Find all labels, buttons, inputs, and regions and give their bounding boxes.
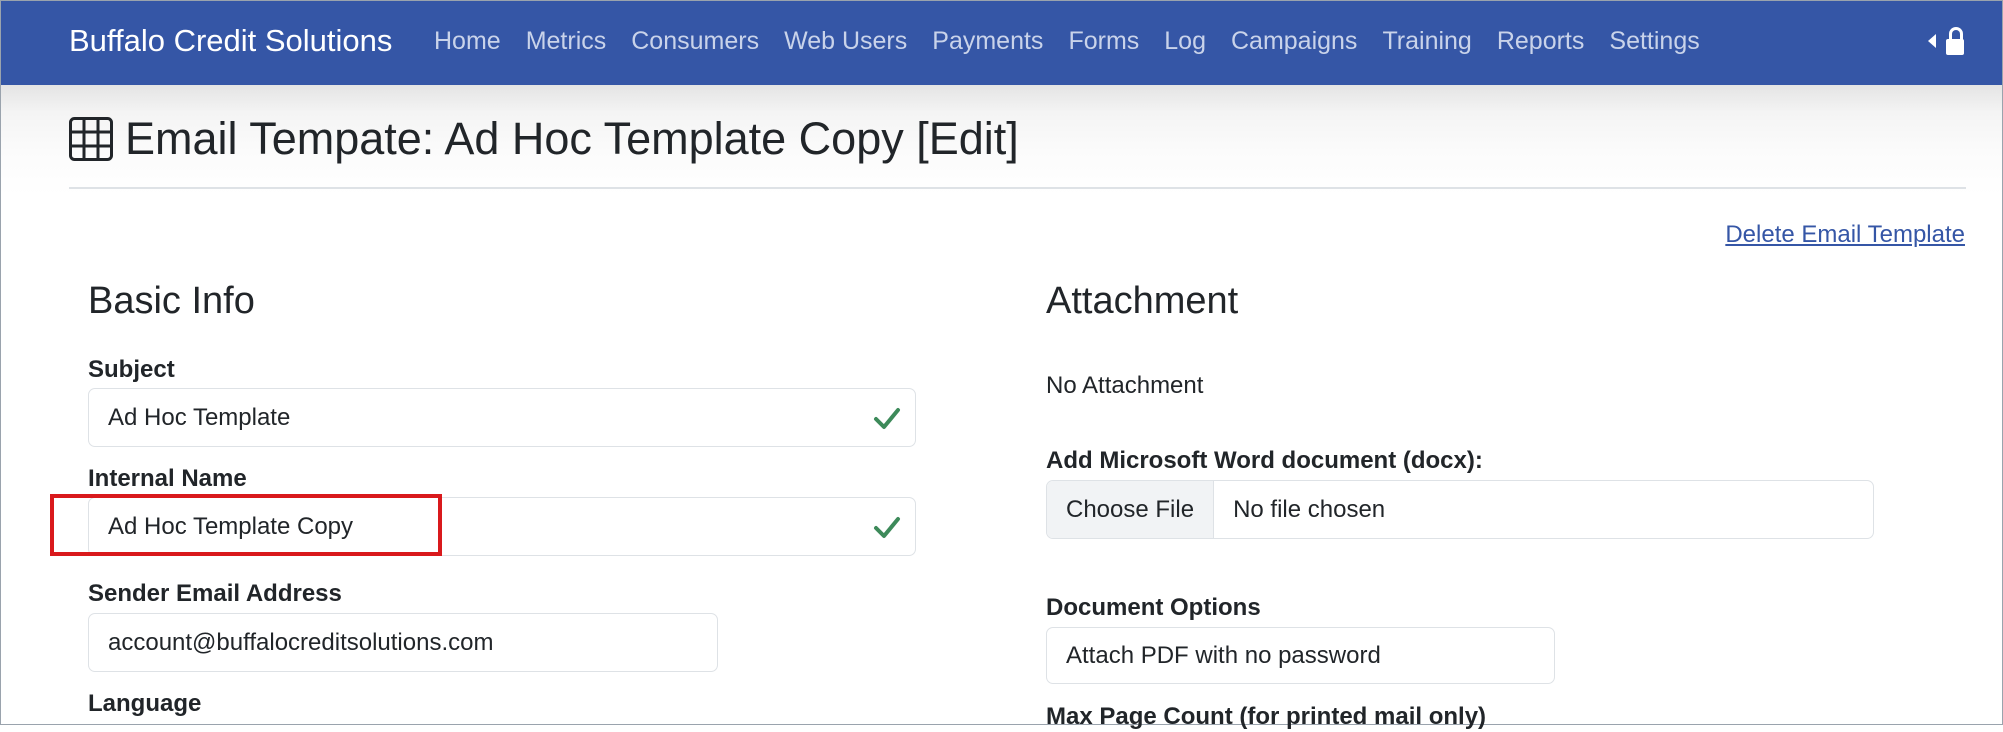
max-page-count-label: Max Page Count (for printed mail only) <box>1046 703 1487 730</box>
choose-file-button[interactable]: Choose File <box>1047 481 1215 538</box>
word-document-label: Add Microsoft Word document (docx): <box>1046 447 1483 474</box>
title-divider <box>69 187 1966 189</box>
caret-left-icon[interactable] <box>1928 34 1936 48</box>
page-title-row: Email Tempate: Ad Hoc Template Copy [Edi… <box>69 111 1019 167</box>
internal-name-label: Internal Name <box>88 465 247 492</box>
nav-link-log[interactable]: Log <box>1164 19 1206 63</box>
document-options-label: Document Options <box>1046 594 1261 621</box>
delete-email-template-link[interactable]: Delete Email Template <box>1725 219 1965 251</box>
basic-info-heading: Basic Info <box>88 280 255 322</box>
top-navbar: Buffalo Credit Solutions Home Metrics Co… <box>1 1 2002 85</box>
valid-check-icon <box>874 516 900 538</box>
subject-label: Subject <box>88 356 175 383</box>
subject-value: Ad Hoc Template <box>108 403 291 431</box>
brand-link[interactable]: Buffalo Credit Solutions <box>69 19 392 63</box>
nav-links: Home Metrics Consumers Web Users Payment… <box>434 19 1700 63</box>
word-file-input[interactable]: Choose File No file chosen <box>1046 480 1874 539</box>
nav-link-home[interactable]: Home <box>434 19 501 63</box>
nav-link-campaigns[interactable]: Campaigns <box>1231 19 1357 63</box>
document-options-value: Attach PDF with no password <box>1066 641 1381 669</box>
nav-link-payments[interactable]: Payments <box>932 19 1043 63</box>
page-title: Email Tempate: Ad Hoc Template Copy [Edi… <box>125 113 1019 164</box>
lock-icon[interactable] <box>1946 27 1964 55</box>
valid-check-icon <box>874 407 900 429</box>
document-options-select[interactable]: Attach PDF with no password <box>1046 627 1555 684</box>
nav-link-reports[interactable]: Reports <box>1497 19 1585 63</box>
file-chosen-status: No file chosen <box>1233 495 1386 523</box>
sender-email-label: Sender Email Address <box>88 580 342 607</box>
sender-email-input[interactable]: account@buffalocreditsolutions.com <box>88 613 718 672</box>
nav-link-web-users[interactable]: Web Users <box>784 19 907 63</box>
nav-link-metrics[interactable]: Metrics <box>526 19 607 63</box>
user-menu[interactable] <box>1928 27 1964 55</box>
nav-link-forms[interactable]: Forms <box>1068 19 1139 63</box>
nav-link-consumers[interactable]: Consumers <box>631 19 759 63</box>
table-icon <box>69 117 113 161</box>
nav-link-training[interactable]: Training <box>1382 19 1471 63</box>
attachment-status: No Attachment <box>1046 372 1204 399</box>
language-label: Language <box>88 690 202 717</box>
internal-name-value: Ad Hoc Template Copy <box>108 512 354 540</box>
internal-name-input[interactable]: Ad Hoc Template Copy <box>88 497 916 556</box>
nav-link-settings[interactable]: Settings <box>1609 19 1699 63</box>
subject-input[interactable]: Ad Hoc Template <box>88 388 916 447</box>
attachment-heading: Attachment <box>1046 280 1239 322</box>
sender-email-value: account@buffalocreditsolutions.com <box>108 628 494 656</box>
